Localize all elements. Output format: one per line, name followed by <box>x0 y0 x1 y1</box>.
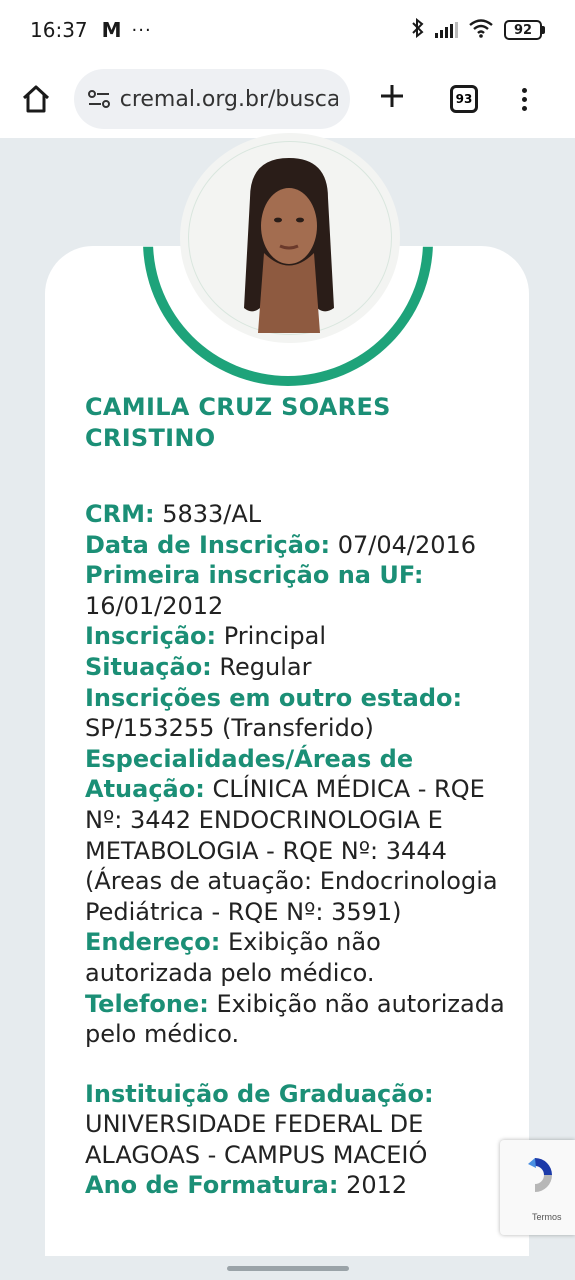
status-icons: 92 <box>411 17 545 43</box>
field-primeira-inscricao: Primeira inscrição na UF: 16/01/2012 <box>85 561 424 620</box>
doctor-photo <box>180 133 400 343</box>
field-outro-estado: Inscrições em outro estado: SP/153255 (T… <box>85 683 463 743</box>
field-data-inscricao: Data de Inscrição: 07/04/2016 <box>85 530 477 559</box>
plus-icon <box>381 85 403 107</box>
signal-icon <box>435 22 458 38</box>
browser-menu-button[interactable] <box>522 87 527 111</box>
clock: 16:37 <box>30 18 88 42</box>
battery-icon: 92 <box>504 20 545 40</box>
more-notifications-icon: ··· <box>131 19 152 41</box>
gmail-icon: M <box>101 18 122 42</box>
new-tab-button[interactable] <box>374 81 410 117</box>
portrait-image <box>244 158 334 333</box>
status-bar: 16:37 M ··· 92 <box>0 0 575 60</box>
bluetooth-icon <box>411 17 425 43</box>
field-endereco: Endereço: Exibição não autorizada pelo m… <box>85 928 381 987</box>
url-text: cremal.org.br/busca <box>119 86 338 112</box>
doctor-details: CAMILA CRUZ SOARES CRISTINO CRM: 5833/AL… <box>85 392 505 1201</box>
home-gesture-pill[interactable] <box>227 1266 349 1271</box>
tab-switcher-button[interactable]: 93 <box>450 85 478 113</box>
browser-toolbar: cremal.org.br/busca 93 <box>0 60 575 138</box>
recaptcha-icon <box>528 1158 552 1192</box>
field-graduacao: Instituição de Graduação: UNIVERSIDADE F… <box>85 1079 434 1169</box>
doctor-name: CAMILA CRUZ SOARES CRISTINO <box>85 393 391 452</box>
battery-level: 92 <box>504 20 542 40</box>
site-settings-icon[interactable] <box>86 86 112 112</box>
home-icon <box>22 85 50 113</box>
recaptcha-badge[interactable]: Termos <box>500 1140 575 1235</box>
recaptcha-terms-link[interactable]: Termos <box>532 1212 562 1222</box>
wifi-icon <box>468 18 494 42</box>
home-button[interactable] <box>18 81 54 117</box>
address-bar[interactable]: cremal.org.br/busca <box>74 69 350 129</box>
field-crm: CRM: 5833/AL <box>85 500 262 528</box>
field-formatura: Ano de Formatura: 2012 <box>85 1171 408 1200</box>
field-especialidades: Especialidades/Áreas de Atuação: CLÍNICA… <box>85 744 498 926</box>
field-inscricao: Inscrição: Principal <box>85 622 327 651</box>
field-situacao: Situação: Regular <box>85 652 312 681</box>
field-telefone: Telefone: Exibição não autorizada pelo m… <box>85 989 505 1049</box>
